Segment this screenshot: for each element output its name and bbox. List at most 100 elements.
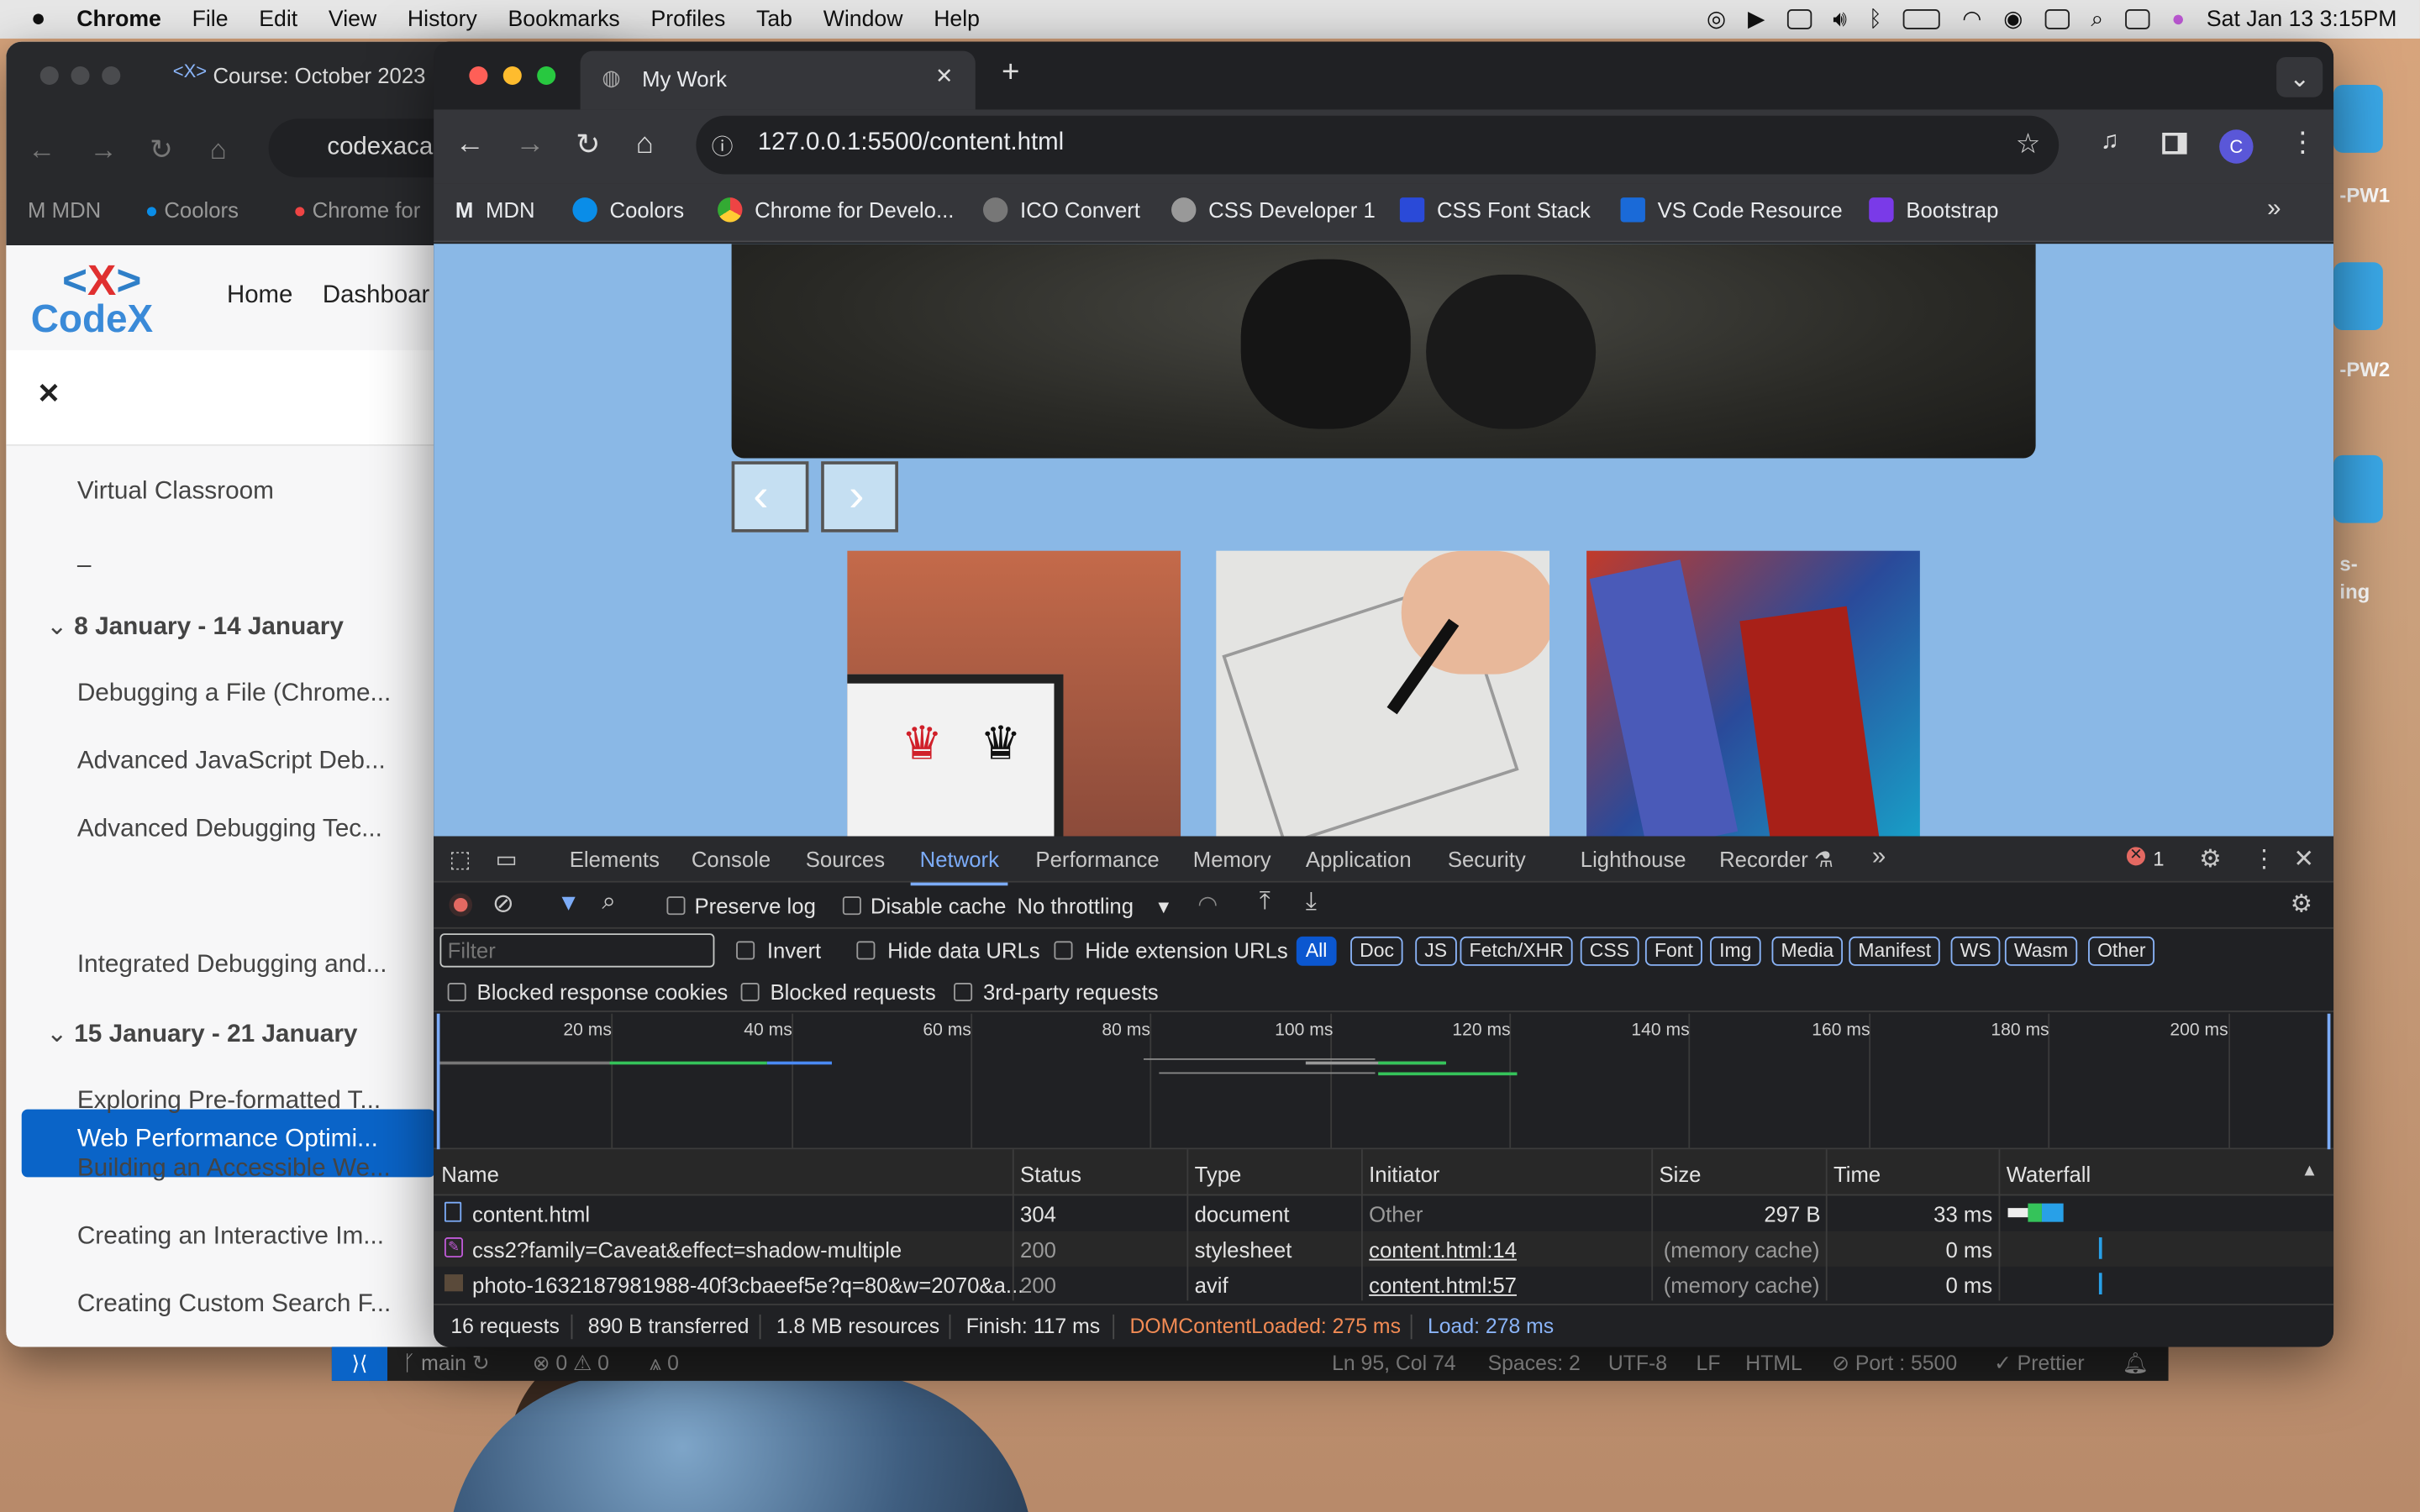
tab-recorder[interactable]: Recorder ⚗ [1719, 847, 1833, 873]
sidebar-item[interactable]: Building an Accessible We... [77, 1154, 391, 1184]
row-initiator-link[interactable]: content.html:14 [1369, 1237, 1517, 1262]
filter-chip-img[interactable]: Img [1710, 936, 1761, 966]
keyboard-icon[interactable] [2044, 9, 2070, 29]
back-tab-title[interactable]: Course: October 2023 [213, 63, 425, 87]
wifi-icon[interactable]: ◠ [1962, 7, 1981, 31]
profile-avatar[interactable]: C [2219, 129, 2254, 164]
filter-chip-wasm[interactable]: Wasm [2004, 936, 2078, 966]
desktop-folder-icon[interactable] [2333, 454, 2383, 523]
back-icon[interactable]: ← [455, 128, 485, 161]
carousel-prev-button[interactable]: ‹ [731, 461, 809, 533]
sidebar-item[interactable]: Exploring Pre-formatted T... [77, 1086, 381, 1116]
language-mode[interactable]: HTML [1745, 1352, 1802, 1375]
reload-icon[interactable]: ↻ [576, 128, 600, 163]
encoding[interactable]: UTF-8 [1608, 1352, 1667, 1375]
tab-close-icon[interactable]: ✕ [935, 63, 954, 89]
network-settings-gear-icon[interactable]: ⚙ [2291, 889, 2312, 920]
devtools-close-icon[interactable]: ✕ [2293, 844, 2314, 875]
gallery-thumb-brushes[interactable] [1586, 550, 1920, 837]
siri-icon[interactable]: ● [2171, 7, 2185, 31]
nav-dashboard[interactable]: Dashboar [323, 282, 429, 310]
bookmark-css-developer[interactable]: CSS Developer 1 [1171, 197, 1376, 223]
clear-icon[interactable]: ⊘ [492, 889, 514, 920]
third-party-checkbox[interactable] [954, 982, 973, 1002]
menu-tab[interactable]: Tab [756, 7, 792, 31]
hide-data-urls-checkbox[interactable] [856, 941, 876, 960]
bookmark-star-icon[interactable]: ☆ [2016, 128, 2041, 160]
zoom-window-icon[interactable] [537, 66, 556, 86]
tab-elements[interactable]: Elements [570, 847, 660, 871]
close-icon[interactable]: ✕ [37, 378, 60, 411]
site-info-icon[interactable]: ⓘ [712, 131, 734, 162]
new-tab-icon[interactable]: + [1002, 55, 1019, 91]
table-row[interactable]: ✎ css2?family=Caveat&effect=shadow-multi… [434, 1231, 2334, 1267]
sidebar-item[interactable]: Virtual Classroom [77, 477, 274, 507]
table-row[interactable]: photo-1632187981988-40f3cbaeef5e?q=80&w=… [434, 1267, 2333, 1302]
sidebar-item[interactable]: Creating an Interactive Im... [77, 1222, 384, 1252]
tab-memory[interactable]: Memory [1193, 847, 1271, 871]
apple-icon[interactable]: ● [31, 5, 46, 33]
sidebar-item[interactable]: Advanced Debugging Tec... [77, 815, 382, 844]
disable-cache-checkbox[interactable] [842, 896, 861, 916]
control-center-icon[interactable] [2124, 9, 2150, 29]
column-name[interactable]: Name [441, 1162, 499, 1186]
tab-console[interactable]: Console [692, 847, 771, 871]
devtools-kebab-icon[interactable]: ⋮ [2252, 844, 2276, 875]
sidebar-item[interactable]: – [77, 551, 92, 580]
menu-history[interactable]: History [408, 7, 477, 31]
desktop-folder-icon[interactable] [2333, 262, 2383, 331]
bookmark-chrome-dev[interactable]: Chrome for Develo... [718, 197, 954, 223]
invert-checkbox[interactable] [736, 941, 755, 960]
home-icon[interactable]: ⌂ [636, 128, 654, 161]
filter-chip-font[interactable]: Font [1644, 936, 1702, 966]
back-arrow-icon[interactable]: ← [28, 134, 55, 167]
minimize-window-icon[interactable] [502, 66, 522, 86]
bookmark-vs-code[interactable]: VS Code Resource [1620, 197, 1843, 223]
column-size[interactable]: Size [1659, 1162, 1701, 1186]
sidebar-item[interactable]: Advanced JavaScript Deb... [77, 747, 386, 776]
eol[interactable]: LF [1697, 1352, 1721, 1375]
sort-ascending-icon[interactable]: ▲ [2302, 1162, 2318, 1180]
tab-search-icon[interactable]: ⌄ [2276, 56, 2323, 97]
menu-help[interactable]: Help [934, 7, 980, 31]
search-icon[interactable]: ⌕ [602, 889, 615, 916]
prettier-status[interactable]: ✓ Prettier [1994, 1352, 2085, 1376]
more-tabs-icon[interactable]: » [1872, 844, 1886, 872]
back-bookmark[interactable]: ● Chrome for [293, 197, 420, 222]
timeline-left-handle[interactable] [436, 1013, 440, 1150]
address-bar[interactable]: ⓘ 127.0.0.1:5500/content.html ☆ [696, 115, 2060, 175]
ports-indicator[interactable]: ⩓ 0 [650, 1352, 679, 1376]
filter-chip-manifest[interactable]: Manifest [1849, 936, 1941, 966]
tab-network[interactable]: Network [910, 847, 1009, 886]
spotlight-icon[interactable]: ⌕ [2091, 7, 2103, 31]
network-conditions-icon[interactable]: ◠ [1197, 890, 1218, 918]
kebab-menu-icon[interactable]: ⋮ [2289, 127, 2317, 160]
gallery-thumb-crowns[interactable]: ♛ ♛ [847, 550, 1181, 837]
battery-icon[interactable] [1903, 9, 1941, 29]
bookmark-css-font-stack[interactable]: CSS Font Stack [1399, 197, 1591, 223]
record-icon[interactable] [449, 893, 473, 916]
user-icon[interactable]: ◉ [2003, 7, 2023, 31]
blocked-requests-checkbox[interactable] [740, 982, 760, 1002]
filter-chip-other[interactable]: Other [2088, 936, 2155, 966]
tab-lighthouse[interactable]: Lighthouse [1581, 847, 1686, 871]
tab-sources[interactable]: Sources [806, 847, 885, 871]
more-bookmarks-icon[interactable]: » [2267, 196, 2281, 223]
tab-performance[interactable]: Performance [1035, 847, 1159, 871]
filter-chip-doc[interactable]: Doc [1350, 936, 1403, 966]
column-type[interactable]: Type [1195, 1162, 1242, 1186]
tab-security[interactable]: Security [1448, 847, 1526, 871]
bell-icon[interactable]: 🔔︎ [2122, 1352, 2148, 1376]
sidebar-item[interactable]: Integrated Debugging and... [77, 950, 387, 979]
forward-icon[interactable]: → [515, 128, 544, 161]
sidebar-section[interactable]: ⌄ 8 January - 14 January [46, 611, 344, 642]
row-initiator-link[interactable]: content.html:57 [1369, 1273, 1517, 1297]
menubar-datetime[interactable]: Sat Jan 13 3:15PM [2207, 7, 2397, 31]
error-icon[interactable]: ✕ [2126, 847, 2146, 866]
indent-spaces[interactable]: Spaces: 2 [1488, 1352, 1581, 1375]
menu-profiles[interactable]: Profiles [650, 7, 725, 31]
back-bookmark[interactable]: ● Coolors [145, 197, 239, 222]
column-initiator[interactable]: Initiator [1369, 1162, 1439, 1186]
menu-view[interactable]: View [329, 7, 376, 31]
column-status[interactable]: Status [1020, 1162, 1081, 1186]
